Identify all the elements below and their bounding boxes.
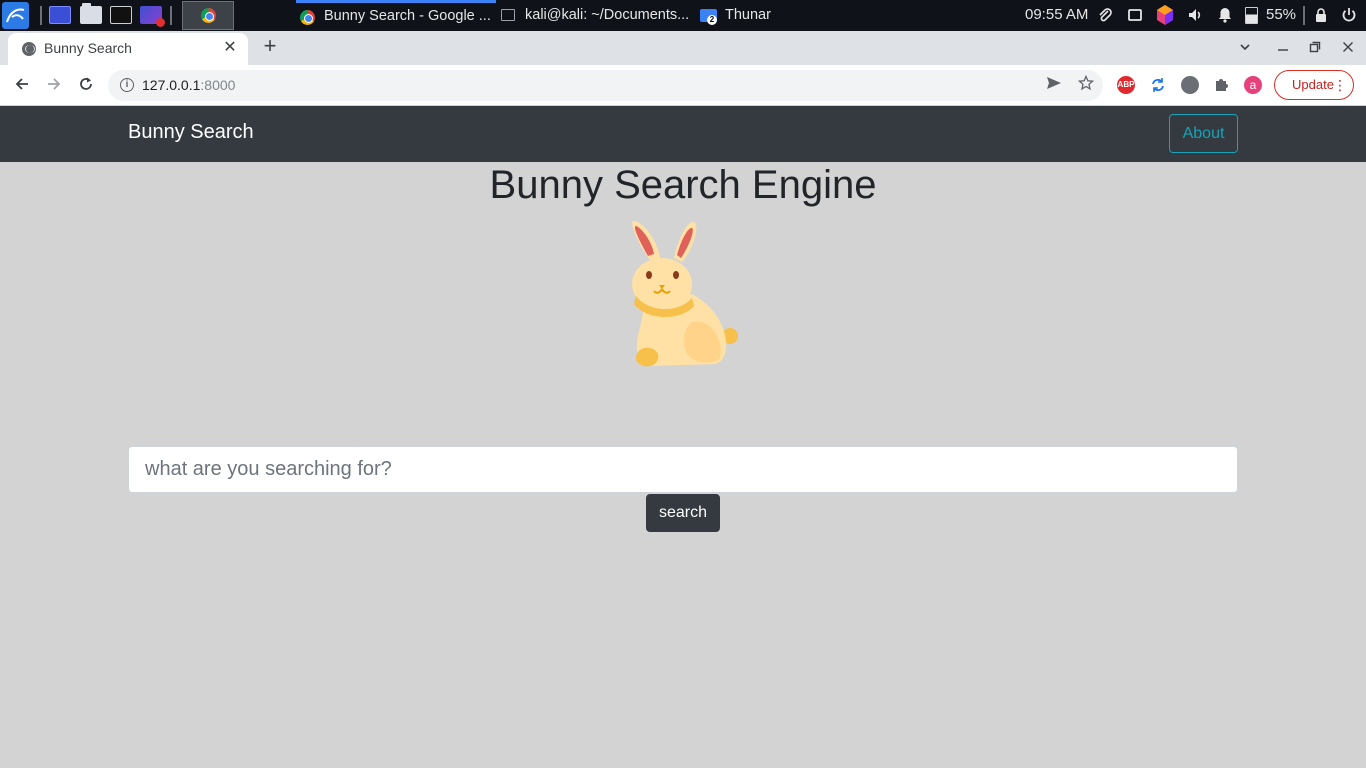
- about-button[interactable]: About: [1169, 114, 1238, 153]
- navbar-brand[interactable]: Bunny Search: [128, 121, 254, 144]
- profile-avatar[interactable]: a: [1244, 76, 1262, 94]
- tab-search-chevron-icon[interactable]: [1234, 37, 1256, 59]
- search-button[interactable]: search: [646, 494, 720, 532]
- bookmark-star-icon[interactable]: [1076, 74, 1096, 95]
- page-title: Bunny Search Engine: [489, 163, 877, 207]
- screen-recorder-icon[interactable]: [140, 6, 165, 27]
- more-menu-icon[interactable]: ⋮: [1333, 71, 1347, 99]
- window-count-badge: 2: [707, 15, 717, 25]
- browser-toolbar: i 127.0.0.1:8000 ABP a Update ⋮: [0, 65, 1366, 106]
- notification-bell-icon[interactable]: [1217, 7, 1233, 23]
- film-reel-extension-icon[interactable]: [1181, 76, 1199, 94]
- paperclip-icon[interactable]: [1097, 7, 1113, 23]
- forward-arrow-icon[interactable]: [41, 73, 67, 99]
- battery-icon[interactable]: [1245, 7, 1258, 24]
- taskbar-separator: [40, 6, 42, 25]
- display-icon[interactable]: [1127, 7, 1143, 23]
- terminal-icon[interactable]: [110, 6, 132, 24]
- browser-tab-strip: Bunny Search ✕ +: [0, 31, 1366, 65]
- search-input[interactable]: [128, 446, 1238, 493]
- send-to-devices-icon[interactable]: [1044, 75, 1064, 95]
- task-chrome-window[interactable]: Bunny Search - Google ...: [296, 0, 496, 31]
- taskbar-separator: [1303, 6, 1305, 25]
- tab-title: Bunny Search: [44, 40, 132, 56]
- kali-menu-icon[interactable]: [2, 2, 29, 29]
- task-thunar-window[interactable]: 2 Thunar: [697, 0, 797, 31]
- new-tab-button[interactable]: +: [258, 35, 282, 59]
- chrome-icon: [300, 10, 315, 25]
- power-icon[interactable]: [1341, 7, 1357, 23]
- os-taskbar: Bunny Search - Google ... kali@kali: ~/D…: [0, 0, 1366, 31]
- site-info-icon[interactable]: i: [120, 78, 134, 92]
- close-tab-icon[interactable]: ✕: [220, 38, 240, 58]
- show-desktop-icon[interactable]: [49, 6, 71, 24]
- taskbar-separator: [170, 6, 172, 25]
- site-navbar: Bunny Search About: [0, 106, 1366, 162]
- file-manager-icon[interactable]: [80, 3, 102, 24]
- back-arrow-icon[interactable]: [9, 73, 35, 99]
- adblock-extension-icon[interactable]: ABP: [1117, 76, 1135, 94]
- terminal-icon: [501, 9, 515, 21]
- update-label: Update: [1292, 77, 1334, 92]
- app-tray-icon[interactable]: [1156, 4, 1174, 26]
- clock[interactable]: 09:55 AM: [1025, 0, 1088, 30]
- task-label: Bunny Search - Google ...: [324, 8, 491, 24]
- sync-extension-icon[interactable]: [1149, 76, 1167, 94]
- browser-tab-active[interactable]: Bunny Search ✕: [8, 33, 248, 65]
- task-label: Thunar: [725, 7, 771, 23]
- reload-icon[interactable]: [73, 73, 99, 99]
- address-bar[interactable]: i 127.0.0.1:8000: [108, 70, 1103, 101]
- volume-icon[interactable]: [1187, 7, 1203, 23]
- bunny-logo: [620, 218, 744, 370]
- chrome-launcher[interactable]: [182, 1, 234, 30]
- task-terminal-window[interactable]: kali@kali: ~/Documents...: [497, 0, 697, 31]
- restore-window-icon[interactable]: [1304, 37, 1326, 59]
- globe-icon: [22, 42, 36, 56]
- task-label: kali@kali: ~/Documents...: [525, 7, 690, 23]
- update-chrome-button[interactable]: Update ⋮: [1274, 70, 1354, 100]
- battery-percentage: 55%: [1266, 6, 1297, 23]
- minimize-window-icon[interactable]: [1272, 37, 1294, 59]
- close-window-icon[interactable]: [1337, 37, 1359, 59]
- extensions-puzzle-icon[interactable]: [1213, 76, 1231, 94]
- url-text[interactable]: 127.0.0.1:8000: [142, 77, 235, 93]
- chrome-icon: [201, 8, 216, 23]
- lock-icon[interactable]: [1313, 7, 1329, 23]
